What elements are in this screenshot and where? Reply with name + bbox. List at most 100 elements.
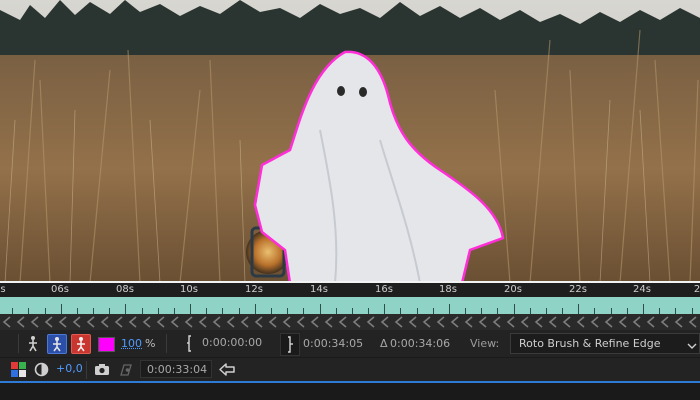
overlay-color-swatch[interactable] [98,337,115,352]
frame-chevron-icon [296,316,305,328]
tick-label: s [0,284,6,295]
duration-field: 0:00:34:06 [390,337,451,350]
frame-chevron-icon [688,316,697,328]
current-time-field[interactable]: 0:00:33:04 [140,360,212,378]
tick-label: 2 [693,284,700,295]
frame-chevron-icon [310,316,319,328]
frame-chevron-icon [548,316,557,328]
frame-chevron-icon [394,316,403,328]
view-dropdown[interactable]: Roto Brush & Refine Edge [510,333,700,354]
frame-chevron-icon [100,316,109,328]
frame-chevron-icon [632,316,641,328]
frame-chevron-icon [338,316,347,328]
frame-chevron-icon [142,316,151,328]
time-tick [61,304,62,314]
frame-chevron-icon [562,316,571,328]
tick-label: 08s [116,284,134,295]
frame-chevron-icon [114,316,123,328]
time-tick [514,304,515,314]
tick-label: 12s [245,284,263,295]
frame-chevron-icon [44,316,53,328]
frame-chevron-icon [184,316,193,328]
time-tick [190,304,191,314]
time-tick [384,304,385,314]
frame-chevron-icon [618,316,627,328]
time-tick [578,304,579,314]
view-dropdown-value: Roto Brush & Refine Edge [519,337,661,350]
time-tick [449,304,450,314]
divider [86,361,87,379]
time-tick [125,304,126,314]
frame-chevron-icon [128,316,137,328]
duration-prefix: Δ [380,337,388,350]
frame-chevron-icon [58,316,67,328]
overlay-opacity-unit: % [145,337,156,350]
chevron-down-icon [687,340,697,349]
view-label: View: [470,337,500,350]
alpha-overlay-icon[interactable] [71,334,91,354]
composition-viewer[interactable] [0,0,700,283]
frame-chevron-icon [254,316,263,328]
tick-label: 16s [375,284,393,295]
frame-chevron-icon [268,316,277,328]
frame-chevron-icon [2,316,11,328]
time-ruler[interactable]: s 06s 08s 10s 12s 14s 16s 18s 20s 22s 24… [0,283,700,297]
color-channels-icon[interactable] [11,362,26,377]
tick-label: 24s [633,284,651,295]
frame-chevron-icon [450,316,459,328]
frame-chevron-icon [478,316,487,328]
show-snapshot-icon[interactable] [118,363,134,377]
divider [166,334,167,353]
frame-chevron-icon [198,316,207,328]
tick-label: 10s [180,284,198,295]
overlay-opacity-value[interactable]: 100 [121,337,142,350]
end-bracket-icon[interactable] [280,333,300,356]
frame-chevron-icon [590,316,599,328]
propagation-frames-track[interactable] [0,314,700,330]
frame-chevron-icon [156,316,165,328]
time-tick [255,304,256,314]
tick-label: 06s [51,284,69,295]
frame-chevron-icon [660,316,669,328]
viewer-toolbar: 100 % 0:00:00:00 0:00:34:05 Δ 0:00:34:06… [0,330,700,357]
frame-chevron-icon [492,316,501,328]
frame-chevron-icon [30,316,39,328]
frame-chevron-icon [506,316,515,328]
frame-chevron-icon [408,316,417,328]
alpha-person-icon[interactable] [47,334,67,354]
divider [18,334,19,353]
arrow-left-icon[interactable] [218,362,236,377]
exposure-value[interactable]: +0,0 [56,362,83,375]
frame-chevron-icon [282,316,291,328]
frame-chevron-icon [324,316,333,328]
end-time-field[interactable]: 0:00:34:05 [303,337,363,350]
frame-chevron-icon [674,316,683,328]
frame-chevron-icon [240,316,249,328]
exposure-icon[interactable] [34,362,49,377]
time-tick [643,304,644,314]
frame-chevron-icon [72,316,81,328]
frame-chevron-icon [436,316,445,328]
time-bar[interactable] [0,297,700,314]
tick-label: 14s [310,284,328,295]
frame-chevron-icon [520,316,529,328]
frame-chevron-icon [170,316,179,328]
frame-chevron-icon [86,316,95,328]
frame-chevron-icon [380,316,389,328]
start-time-field[interactable]: 0:00:00:00 [196,334,272,352]
frame-chevron-icon [352,316,361,328]
frame-chevron-icon [422,316,431,328]
frame-chevron-icon [534,316,543,328]
tick-label: 18s [439,284,457,295]
frame-chevron-icon [226,316,235,328]
chevron-track-icons [2,316,697,328]
person-icon[interactable] [26,335,40,353]
frame-chevron-icon [576,316,585,328]
start-bracket-icon[interactable] [186,335,194,352]
selection-highlight-bar [0,381,700,383]
tick-label: 20s [504,284,522,295]
status-strip [0,381,700,400]
frame-chevron-icon [16,316,25,328]
tick-label: 22s [569,284,587,295]
camera-icon[interactable] [94,363,110,376]
